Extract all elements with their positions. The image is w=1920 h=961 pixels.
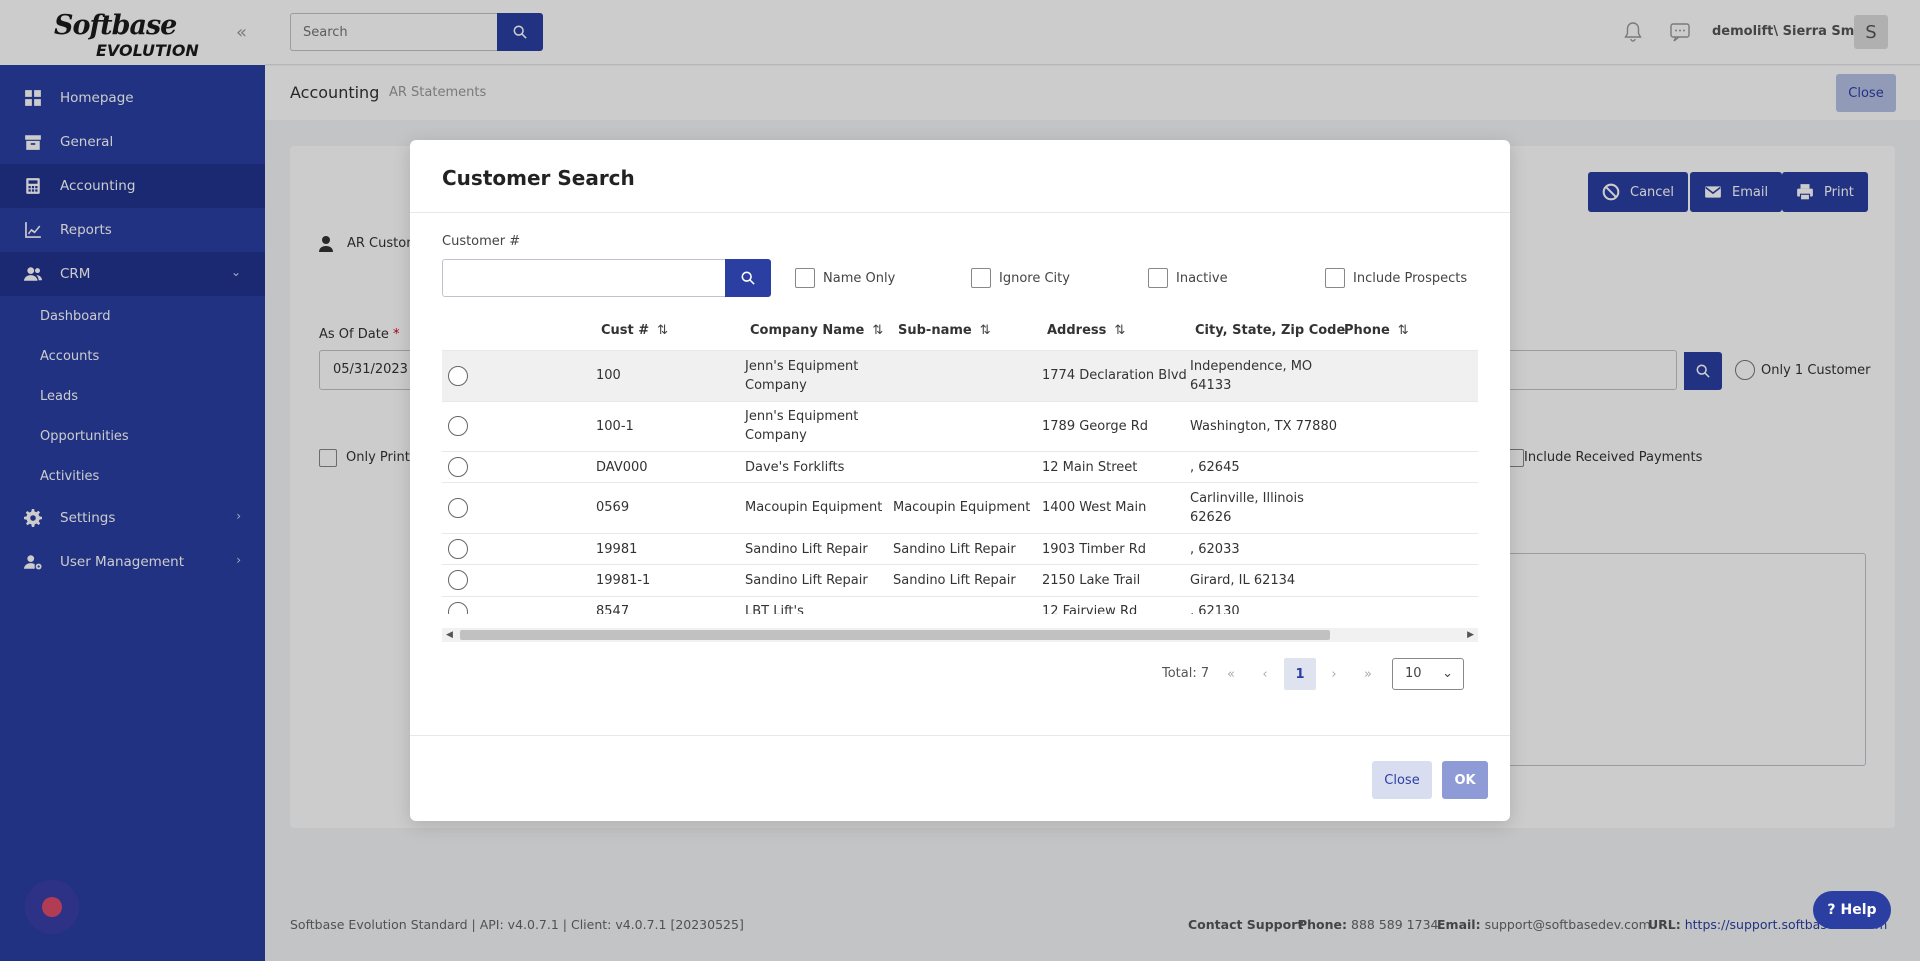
cell-company: Macoupin Equipment bbox=[745, 500, 883, 515]
grid-header: Cust # ⇅ Company Name ⇅ Sub-name ⇅ Address ⇅… bbox=[442, 310, 1478, 350]
ignore-city-checkbox[interactable]: Ignore City bbox=[971, 268, 1070, 288]
cell-city: Carlinville, Illinois 62626 bbox=[1190, 491, 1304, 525]
divider bbox=[410, 212, 1510, 213]
cell-city: Girard, IL 62134 bbox=[1190, 573, 1296, 588]
cell-company: Sandino Lift Repair bbox=[745, 542, 868, 557]
cell-address: 1903 Timber Rd bbox=[1042, 542, 1147, 557]
customer-search-modal: Customer Search Customer # Name Only Ign… bbox=[410, 140, 1510, 821]
row-radio[interactable] bbox=[448, 416, 468, 436]
column-header-company[interactable]: Company Name ⇅ bbox=[750, 323, 883, 338]
sort-icon: ⇅ bbox=[1397, 323, 1409, 338]
table-row[interactable]: 100 Jenn's Equipment Company 1774 Declar… bbox=[442, 350, 1478, 401]
cell-cust: 100 bbox=[596, 368, 621, 383]
table-row[interactable]: DAV000 Dave's Forklifts 12 Main Street ,… bbox=[442, 451, 1478, 482]
page-number-button[interactable]: 1 bbox=[1284, 658, 1316, 690]
checkbox-box bbox=[1325, 268, 1345, 288]
horizontal-scrollbar[interactable]: ◀ ▶ bbox=[442, 628, 1478, 642]
chevron-down-icon: ⌄ bbox=[1442, 666, 1453, 681]
cell-city: , 62130 bbox=[1190, 604, 1240, 614]
customer-grid: Cust # ⇅ Company Name ⇅ Sub-name ⇅ Address ⇅… bbox=[442, 310, 1478, 614]
cell-address: 2150 Lake Trail bbox=[1042, 573, 1141, 588]
cell-city: , 62645 bbox=[1190, 460, 1240, 475]
cell-cust: 19981-1 bbox=[596, 573, 651, 588]
customer-number-label: Customer # bbox=[442, 234, 521, 249]
table-row[interactable]: 19981-1 Sandino Lift Repair Sandino Lift… bbox=[442, 564, 1478, 596]
cell-company: Jenn's Equipment Company bbox=[745, 409, 859, 443]
include-prospects-checkbox[interactable]: Include Prospects bbox=[1325, 268, 1467, 288]
cell-address: 12 Main Street bbox=[1042, 460, 1138, 475]
prev-page-icon[interactable]: ‹ bbox=[1250, 658, 1280, 690]
customer-number-input[interactable] bbox=[442, 259, 726, 297]
sort-icon: ⇅ bbox=[1114, 323, 1126, 338]
row-radio[interactable] bbox=[448, 570, 468, 590]
scroll-right-icon[interactable]: ▶ bbox=[1467, 628, 1474, 642]
table-row[interactable]: 19981 Sandino Lift Repair Sandino Lift R… bbox=[442, 533, 1478, 564]
cell-company: Dave's Forklifts bbox=[745, 460, 845, 475]
divider bbox=[410, 735, 1510, 736]
name-only-checkbox[interactable]: Name Only bbox=[795, 268, 895, 288]
column-header-city[interactable]: City, State, Zip Code bbox=[1195, 323, 1345, 338]
row-radio[interactable] bbox=[448, 539, 468, 559]
modal-title: Customer Search bbox=[442, 166, 635, 190]
column-header-phone[interactable]: Phone ⇅ bbox=[1344, 323, 1409, 338]
search-icon bbox=[741, 271, 755, 285]
cell-cust: 100-1 bbox=[596, 419, 634, 434]
checkbox-box bbox=[795, 268, 815, 288]
sort-icon: ⇅ bbox=[657, 323, 669, 338]
first-page-icon[interactable]: « bbox=[1216, 658, 1246, 690]
scroll-left-icon[interactable]: ◀ bbox=[446, 628, 453, 642]
question-icon: ? bbox=[1827, 902, 1836, 918]
sort-icon: ⇅ bbox=[979, 323, 991, 338]
cell-sub: Macoupin Equipment bbox=[893, 500, 1031, 515]
next-page-icon[interactable]: › bbox=[1319, 658, 1349, 690]
cell-cust: 0569 bbox=[596, 500, 630, 515]
cell-address: 1400 West Main bbox=[1042, 500, 1147, 515]
cell-address: 12 Fairview Rd bbox=[1042, 604, 1138, 614]
total-count: Total: 7 bbox=[1162, 666, 1210, 681]
row-radio[interactable] bbox=[448, 498, 468, 518]
cell-city: , 62033 bbox=[1190, 542, 1240, 557]
cell-address: 1789 George Rd bbox=[1042, 419, 1149, 434]
table-row[interactable]: 8547 LBT Lift's 12 Fairview Rd , 62130 bbox=[442, 596, 1478, 614]
row-radio[interactable] bbox=[448, 366, 468, 386]
row-radio[interactable] bbox=[448, 457, 468, 477]
inactive-checkbox[interactable]: Inactive bbox=[1148, 268, 1228, 288]
cell-sub: Sandino Lift Repair bbox=[893, 542, 1016, 557]
customer-search-button[interactable] bbox=[725, 259, 771, 297]
cell-city: Washington, TX 77880 bbox=[1190, 419, 1337, 434]
checkbox-box bbox=[971, 268, 991, 288]
table-row[interactable]: 100-1 Jenn's Equipment Company 1789 Geor… bbox=[442, 401, 1478, 451]
page-size-value: 10 bbox=[1405, 666, 1422, 681]
checkbox-label: Ignore City bbox=[999, 270, 1070, 286]
cell-company: LBT Lift's bbox=[745, 604, 804, 614]
help-button[interactable]: ? Help bbox=[1813, 891, 1891, 929]
scrollbar-thumb[interactable] bbox=[460, 630, 1330, 640]
column-header-cust[interactable]: Cust # ⇅ bbox=[601, 323, 668, 338]
column-header-subname[interactable]: Sub-name ⇅ bbox=[898, 323, 991, 338]
checkbox-box bbox=[1148, 268, 1168, 288]
cell-cust: 19981 bbox=[596, 542, 638, 557]
row-radio[interactable] bbox=[448, 602, 468, 614]
cell-cust: DAV000 bbox=[596, 460, 648, 475]
checkbox-label: Include Prospects bbox=[1353, 270, 1468, 286]
modal-close-button[interactable]: Close bbox=[1372, 761, 1432, 799]
cell-sub: Sandino Lift Repair bbox=[893, 573, 1016, 588]
cell-company: Jenn's Equipment Company bbox=[745, 359, 859, 393]
modal-ok-button[interactable]: OK bbox=[1442, 761, 1488, 799]
column-header-address[interactable]: Address ⇅ bbox=[1047, 323, 1125, 338]
checkbox-label: Inactive bbox=[1176, 270, 1228, 286]
cell-city: Independence, MO 64133 bbox=[1190, 359, 1313, 393]
sort-icon: ⇅ bbox=[872, 323, 884, 338]
cell-company: Sandino Lift Repair bbox=[745, 573, 868, 588]
page-size-select[interactable]: 10 ⌄ bbox=[1392, 658, 1464, 690]
help-label: Help bbox=[1840, 902, 1877, 918]
cell-cust: 8547 bbox=[596, 604, 630, 614]
cell-address: 1774 Declaration Blvd bbox=[1042, 368, 1187, 383]
checkbox-label: Name Only bbox=[823, 270, 896, 286]
last-page-icon[interactable]: » bbox=[1353, 658, 1383, 690]
table-row[interactable]: 0569 Macoupin Equipment Macoupin Equipme… bbox=[442, 482, 1478, 533]
